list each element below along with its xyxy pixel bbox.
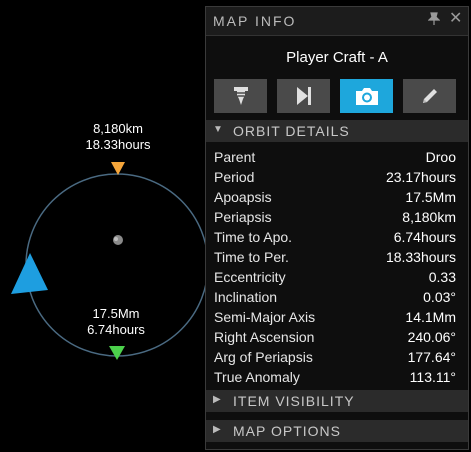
- camera-button[interactable]: [340, 79, 393, 113]
- skip-forward-button[interactable]: [277, 79, 330, 113]
- periapsis-time: 18.33hours: [85, 137, 151, 152]
- panel-title: MAP INFO: [213, 13, 297, 29]
- detail-label: Right Ascension: [214, 329, 315, 345]
- detail-value: 17.5Mm: [405, 189, 456, 205]
- detail-row: Time to Per. 18.33hours: [214, 247, 456, 267]
- section-title: ORBIT DETAILS: [233, 123, 350, 139]
- close-icon[interactable]: ✕: [449, 11, 462, 27]
- camera-icon: [355, 88, 378, 105]
- detail-row: Period 23.17hours: [214, 167, 456, 187]
- pencil-button[interactable]: [403, 79, 456, 113]
- drill-button[interactable]: [214, 79, 267, 113]
- detail-label: Inclination: [214, 289, 278, 305]
- detail-label: Period: [214, 169, 255, 185]
- detail-row: Apoapsis 17.5Mm: [214, 187, 456, 207]
- panel-header[interactable]: MAP INFO ✕: [206, 7, 468, 36]
- craft-name: Player Craft - A: [286, 49, 388, 66]
- section-title: MAP OPTIONS: [233, 423, 341, 439]
- detail-label: Arg of Periapsis: [214, 349, 313, 365]
- detail-label: Parent: [214, 149, 256, 165]
- apoapsis-distance: 17.5Mm: [92, 306, 140, 321]
- caret-right-icon: ▶: [213, 394, 222, 405]
- detail-value: 18.33hours: [385, 249, 456, 265]
- detail-value: 0.33: [428, 269, 456, 285]
- detail-row: Eccentricity 0.33: [214, 267, 456, 287]
- detail-value: 23.17hours: [385, 169, 456, 185]
- section-map-options[interactable]: ▶ MAP OPTIONS: [206, 420, 468, 442]
- detail-value: 8,180km: [402, 209, 456, 225]
- detail-value: 240.06°: [407, 329, 456, 345]
- section-orbit-details[interactable]: ▼ ORBIT DETAILS: [206, 120, 468, 142]
- pin-icon[interactable]: [427, 12, 441, 29]
- detail-value: 113.11°: [409, 369, 456, 385]
- orbit-details-list: Parent Droo Period 23.17hours Apoapsis 17.5Mm…: [214, 147, 456, 387]
- map-info-panel: MAP INFO ✕ Player Craft - A ▼ ORBIT DETA…: [205, 6, 469, 450]
- caret-down-icon: ▼: [213, 124, 224, 135]
- detail-label: Eccentricity: [214, 269, 286, 285]
- planet-droo[interactable]: [113, 235, 123, 245]
- skip-forward-icon: [296, 87, 311, 105]
- craft-marker[interactable]: [11, 253, 48, 294]
- detail-label: Apoapsis: [214, 189, 272, 205]
- detail-value: 14.1Mm: [405, 309, 456, 325]
- drill-icon: [233, 87, 248, 105]
- detail-label: Semi-Major Axis: [214, 309, 316, 325]
- detail-row: Right Ascension 240.06°: [214, 327, 456, 347]
- detail-label: Periapsis: [214, 209, 272, 225]
- detail-label: True Anomaly: [214, 369, 300, 385]
- detail-label: Time to Apo.: [214, 229, 293, 245]
- apoapsis-marker[interactable]: [109, 346, 125, 360]
- caret-right-icon: ▶: [213, 424, 222, 435]
- detail-row: Time to Apo. 6.74hours: [214, 227, 456, 247]
- detail-row: Periapsis 8,180km: [214, 207, 456, 227]
- section-item-visibility[interactable]: ▶ ITEM VISIBILITY: [206, 390, 468, 412]
- detail-row: Parent Droo: [214, 147, 456, 167]
- apoapsis-time: 6.74hours: [87, 322, 145, 337]
- periapsis-label: 8,180km 18.33hours: [63, 121, 173, 153]
- detail-value: 0.03°: [423, 289, 456, 305]
- pencil-icon: [422, 89, 437, 103]
- detail-row: True Anomaly 113.11°: [214, 367, 456, 387]
- section-title: ITEM VISIBILITY: [233, 393, 355, 409]
- detail-row: Arg of Periapsis 177.64°: [214, 347, 456, 367]
- detail-value: Droo: [425, 149, 456, 165]
- periapsis-distance: 8,180km: [93, 121, 143, 136]
- apoapsis-label: 17.5Mm 6.74hours: [61, 306, 171, 338]
- detail-value: 6.74hours: [393, 229, 456, 245]
- detail-row: Inclination 0.03°: [214, 287, 456, 307]
- detail-value: 177.64°: [407, 349, 456, 365]
- periapsis-marker[interactable]: [111, 162, 125, 175]
- detail-row: Semi-Major Axis 14.1Mm: [214, 307, 456, 327]
- detail-label: Time to Per.: [214, 249, 289, 265]
